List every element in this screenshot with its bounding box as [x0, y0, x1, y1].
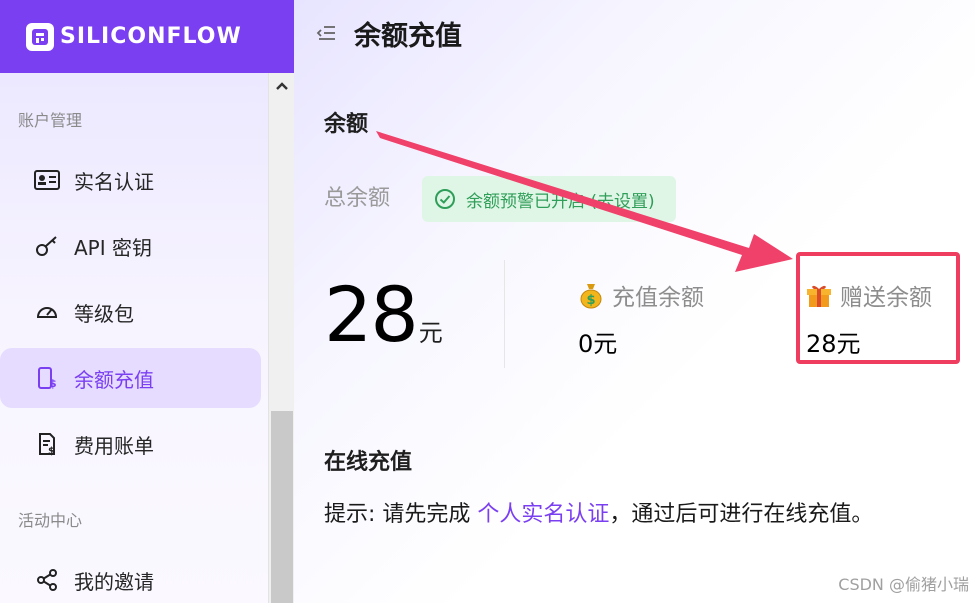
personal-verification-link[interactable]: 个人实名认证	[477, 502, 609, 527]
balance-heading: 余额	[324, 112, 369, 137]
top-bar: 余额充值	[294, 0, 975, 66]
total-balance-unit: 元	[418, 319, 443, 347]
sidebar-item-api-key[interactable]: API 密钥	[0, 216, 261, 276]
sidebar-item-label: 等级包	[74, 301, 134, 326]
sidebar-item-balance-recharge[interactable]: $ 余额充值	[0, 348, 261, 408]
recharge-balance-title: $ 充值余额	[578, 278, 704, 312]
svg-text:$: $	[587, 293, 596, 308]
total-balance-amount: 28 元	[324, 270, 443, 359]
key-icon	[34, 233, 60, 259]
sidebar-item-level-pack[interactable]: 等级包	[0, 282, 261, 342]
sidebar: SILICONFLOW 账户管理 实名认证 API 密钥 等级包 $ 余额充值 …	[0, 0, 294, 603]
brand-header[interactable]: SILICONFLOW	[0, 0, 294, 73]
sidebar-item-label: 我的邀请	[74, 569, 154, 594]
main-content: 余额充值 余额 总余额 余额预警已开启 (去设置) 28 元 $ 充值余额 0元	[294, 0, 975, 603]
balance-alert-text: 余额预警已开启 (去设置)	[466, 191, 655, 212]
sidebar-item-label: 实名认证	[74, 169, 154, 194]
sidebar-item-label: 费用账单	[74, 433, 154, 458]
id-card-icon	[34, 167, 60, 193]
gauge-icon	[34, 299, 60, 325]
total-balance-value: 28	[324, 270, 419, 359]
bill-icon: $	[34, 431, 60, 457]
recharge-balance-label: 充值余额	[612, 285, 704, 311]
brand-name: SILICONFLOW	[60, 24, 242, 49]
balance-alert-badge[interactable]: 余额预警已开启 (去设置)	[422, 176, 676, 222]
page-title: 余额充值	[354, 21, 462, 52]
balance-divider	[504, 260, 505, 368]
svg-text:$: $	[49, 377, 57, 390]
online-recharge-tip: 提示: 请先完成 个人实名认证，通过后可进行在线充值。	[324, 496, 873, 528]
tip-prefix: 提示: 请先完成	[324, 502, 478, 527]
app: SILICONFLOW 账户管理 实名认证 API 密钥 等级包 $ 余额充值 …	[0, 0, 975, 603]
recharge-balance-value: 0元	[578, 330, 618, 358]
total-balance-label: 总余额	[324, 186, 391, 211]
scroll-up-icon[interactable]	[269, 73, 295, 99]
sidebar-item-billing[interactable]: $ 费用账单	[0, 414, 261, 474]
wallet-icon: $	[34, 365, 60, 391]
scrollbar-thumb[interactable]	[271, 411, 293, 603]
check-circle-icon	[434, 188, 456, 210]
online-recharge-heading: 在线充值	[324, 450, 413, 475]
section-title-account: 账户管理	[18, 111, 83, 130]
sidebar-scrollbar[interactable]	[268, 73, 294, 603]
svg-text:$: $	[48, 446, 55, 456]
tip-suffix: ，通过后可进行在线充值。	[609, 502, 874, 527]
section-title-activity: 活动中心	[18, 511, 83, 530]
recharge-balance-card: $ 充值余额 0元	[578, 278, 704, 359]
sidebar-item-verification[interactable]: 实名认证	[0, 150, 261, 210]
collapse-menu-icon[interactable]	[316, 22, 338, 44]
share-icon	[34, 567, 60, 593]
siliconflow-logo-icon	[26, 22, 54, 51]
watermark: CSDN @偷猪小瑞	[838, 575, 969, 594]
gift-balance-highlight	[796, 252, 960, 364]
sidebar-item-invitations[interactable]: 我的邀请	[0, 550, 261, 603]
sidebar-nav: 账户管理 实名认证 API 密钥 等级包 $ 余额充值 $ 费用账单 活动中心 …	[0, 73, 268, 603]
sidebar-item-label: 余额充值	[74, 367, 154, 392]
sidebar-item-label: API 密钥	[74, 235, 152, 260]
money-bag-icon: $	[578, 281, 604, 309]
